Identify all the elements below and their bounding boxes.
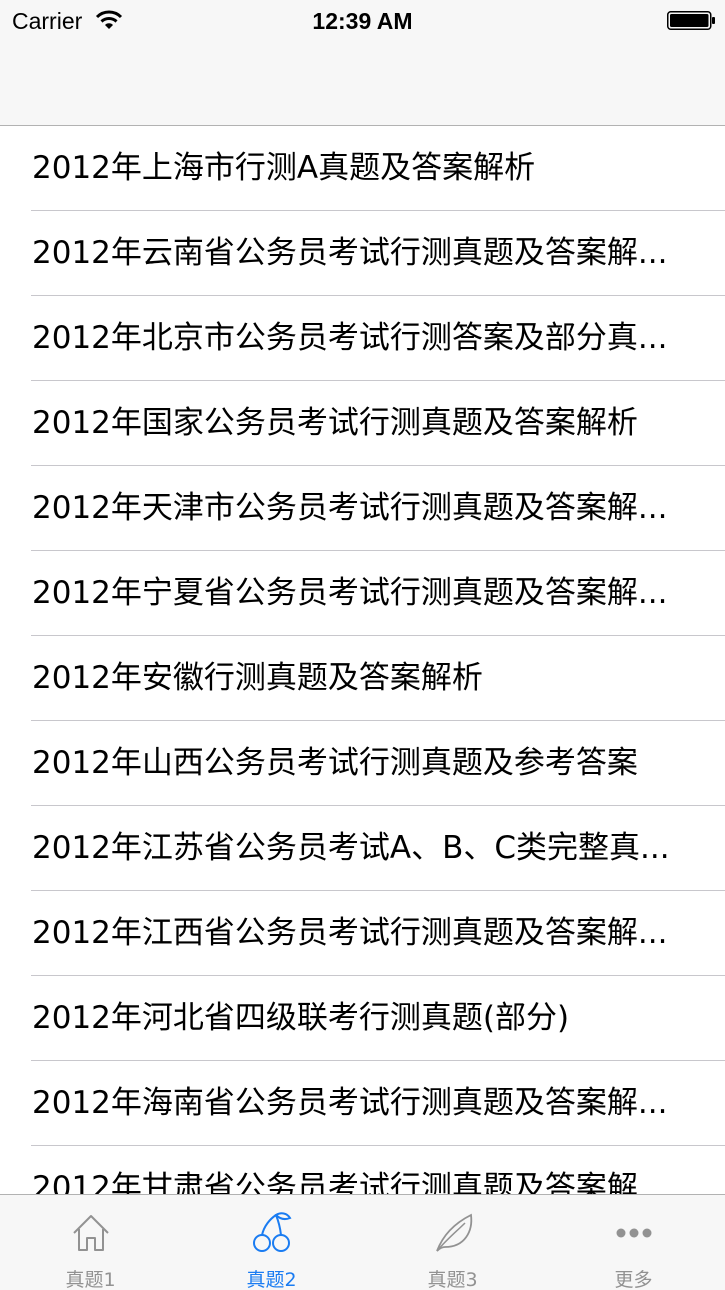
list-item[interactable]: 2012年安徽行测真题及答案解析 — [0, 636, 725, 721]
tab-3[interactable]: 真题3 — [362, 1195, 543, 1290]
list-item-title: 2012年天津市公务员考试行测真题及答案解... — [32, 490, 668, 526]
list-item-title: 2012年河北省四级联考行测真题(部分) — [32, 1000, 570, 1036]
cherry-icon — [252, 1212, 291, 1252]
list-item-title: 2012年甘肃省公务员考试行测真题及答案解... — [32, 1170, 668, 1194]
list-item-title: 2012年江西省公务员考试行测真题及答案解... — [32, 915, 668, 951]
list-item[interactable]: 2012年河北省四级联考行测真题(部分) — [0, 976, 725, 1061]
list-item-title: 2012年山西公务员考试行测真题及参考答案 — [32, 745, 638, 781]
list-item[interactable]: 2012年海南省公务员考试行测真题及答案解... — [0, 1061, 725, 1146]
tab-2[interactable]: 真题2 — [181, 1195, 362, 1290]
list-item[interactable]: 2012年宁夏省公务员考试行测真题及答案解... — [0, 551, 725, 636]
list-item-title: 2012年安徽行测真题及答案解析 — [32, 660, 483, 696]
tab-4[interactable]: 更多 — [543, 1195, 724, 1290]
list-item-title: 2012年海南省公务员考试行测真题及答案解... — [32, 1085, 668, 1121]
list-item-title: 2012年宁夏省公务员考试行测真题及答案解... — [32, 575, 668, 611]
list-item-title: 2012年北京市公务员考试行测答案及部分真... — [32, 320, 668, 356]
tab-label: 更多 — [614, 1269, 653, 1290]
leaf-icon — [435, 1213, 472, 1252]
list-item[interactable]: 2012年江西省公务员考试行测真题及答案解... — [0, 891, 725, 976]
question-list[interactable]: 2012年上海市行测A真题及答案解析 2012年云南省公务员考试行测真题及答案解.… — [0, 126, 725, 1194]
tab-label: 真题3 — [427, 1269, 478, 1290]
navigation-bar: Carrier 12:39 AM — [0, 0, 725, 126]
list-item[interactable]: 2012年天津市公务员考试行测真题及答案解... — [0, 466, 725, 551]
list-item[interactable]: 2012年江苏省公务员考试A、B、C类完整真... — [0, 806, 725, 891]
status-bar: Carrier 12:39 AM — [0, 0, 725, 40]
list-item-title: 2012年国家公务员考试行测真题及答案解析 — [32, 405, 638, 441]
list-item-title: 2012年云南省公务员考试行测真题及答案解... — [32, 235, 668, 271]
list-item[interactable]: 2012年上海市行测A真题及答案解析 — [0, 126, 725, 211]
tab-bar: 真题1 真题2 真题3 更多 — [0, 1194, 725, 1290]
list-item[interactable]: 2012年北京市公务员考试行测答案及部分真... — [0, 296, 725, 381]
list-item[interactable]: 2012年国家公务员考试行测真题及答案解析 — [0, 381, 725, 466]
tab-label: 真题1 — [65, 1269, 116, 1290]
list-item[interactable]: 2012年云南省公务员考试行测真题及答案解... — [0, 211, 725, 296]
tab-1[interactable]: 真题1 — [0, 1195, 181, 1290]
list-item[interactable]: 2012年甘肃省公务员考试行测真题及答案解... — [0, 1146, 725, 1194]
battery-icon — [667, 11, 715, 30]
list-item-title: 2012年上海市行测A真题及答案解析 — [32, 150, 536, 186]
home-icon — [72, 1215, 109, 1251]
status-time: 12:39 AM — [312, 8, 413, 34]
more-icon — [616, 1228, 651, 1238]
list-item[interactable]: 2012年山西公务员考试行测真题及参考答案 — [0, 721, 725, 806]
tab-label: 真题2 — [246, 1269, 297, 1290]
list-item-title: 2012年江苏省公务员考试A、B、C类完整真... — [32, 830, 670, 866]
